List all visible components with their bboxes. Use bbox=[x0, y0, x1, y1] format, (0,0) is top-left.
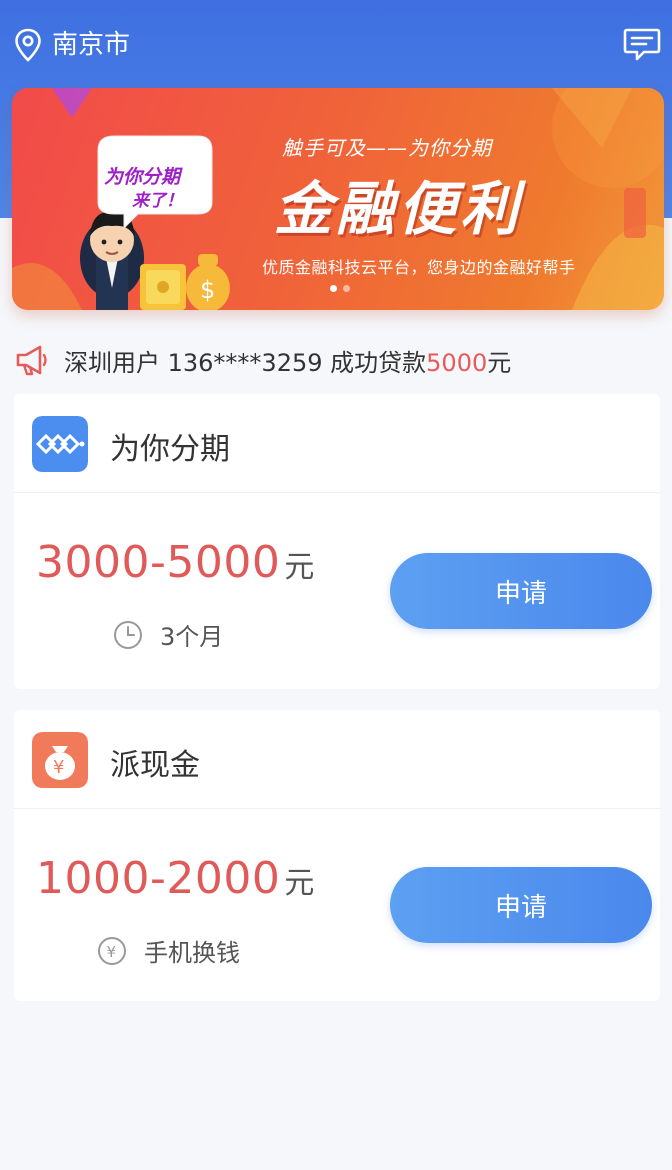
megaphone-icon bbox=[16, 345, 47, 376]
notice-unit: 元 bbox=[487, 348, 512, 377]
banner-subtitle: 触手可及——为你分期 bbox=[282, 136, 492, 160]
carousel-dot[interactable] bbox=[330, 285, 337, 292]
notice-amount: 5000 bbox=[426, 348, 488, 377]
top-bar: 南京市 bbox=[0, 18, 672, 74]
svg-text:$: $ bbox=[200, 276, 215, 304]
city-selector[interactable]: 南京市 bbox=[52, 28, 130, 62]
yen-icon: ¥ bbox=[98, 936, 126, 965]
amount-unit: 元 bbox=[284, 550, 315, 585]
loan-term: 3个月 bbox=[112, 617, 223, 652]
product-card: 为你分期 3000-5000 元 3个月 申请 bbox=[14, 394, 660, 689]
bubble-line-2: 来了！ bbox=[132, 191, 183, 211]
banner-description: 优质金融科技云平台，您身边的金融好帮手 bbox=[262, 258, 576, 277]
product-card-body: 3000-5000 元 3个月 申请 bbox=[14, 493, 660, 689]
apply-button[interactable]: 申请 bbox=[390, 553, 652, 629]
loan-feature-text: 手机换钱 bbox=[144, 939, 240, 967]
product-name: 派现金 bbox=[110, 748, 200, 783]
product-card-body: 1000-2000 元 ¥ 手机换钱 申请 bbox=[14, 809, 660, 1001]
loan-amount-range: 1000-2000 元 bbox=[36, 853, 315, 904]
product-card-header: 为你分期 bbox=[14, 394, 660, 493]
svg-text:¥: ¥ bbox=[107, 943, 117, 961]
product-card: ¥ 派现金 1000-2000 元 ¥ 手机换钱 申请 bbox=[14, 710, 660, 1001]
weinifenqi-logo-icon bbox=[32, 416, 88, 472]
money-bag-icon: ¥ bbox=[32, 732, 88, 788]
product-card-header: ¥ 派现金 bbox=[14, 710, 660, 809]
apply-button[interactable]: 申请 bbox=[390, 867, 652, 943]
location-pin-icon[interactable] bbox=[14, 28, 42, 62]
carousel-dot[interactable] bbox=[343, 285, 350, 292]
loan-amount-range: 3000-5000 元 bbox=[36, 537, 315, 588]
svg-text:¥: ¥ bbox=[53, 757, 64, 778]
carousel-indicator bbox=[330, 285, 350, 292]
message-icon[interactable] bbox=[622, 24, 662, 64]
clock-icon bbox=[114, 620, 142, 649]
loan-notice-ticker: 深圳用户 136****3259 成功贷款5000元 bbox=[14, 338, 511, 382]
bubble-line-1: 为你分期 bbox=[104, 166, 181, 188]
product-name: 为你分期 bbox=[110, 432, 230, 467]
notice-text: 深圳用户 136****3259 成功贷款5000元 bbox=[64, 348, 512, 377]
banner-title: 金融便利 bbox=[274, 175, 523, 243]
loan-term-text: 3个月 bbox=[160, 623, 224, 651]
loan-feature: ¥ 手机换钱 bbox=[96, 933, 240, 968]
promo-banner[interactable]: $ 为你分期 来了！ 触手可及——为你分期 金融便利 优质金融科技云平台，您身边… bbox=[12, 88, 664, 310]
amount-unit: 元 bbox=[284, 866, 315, 901]
